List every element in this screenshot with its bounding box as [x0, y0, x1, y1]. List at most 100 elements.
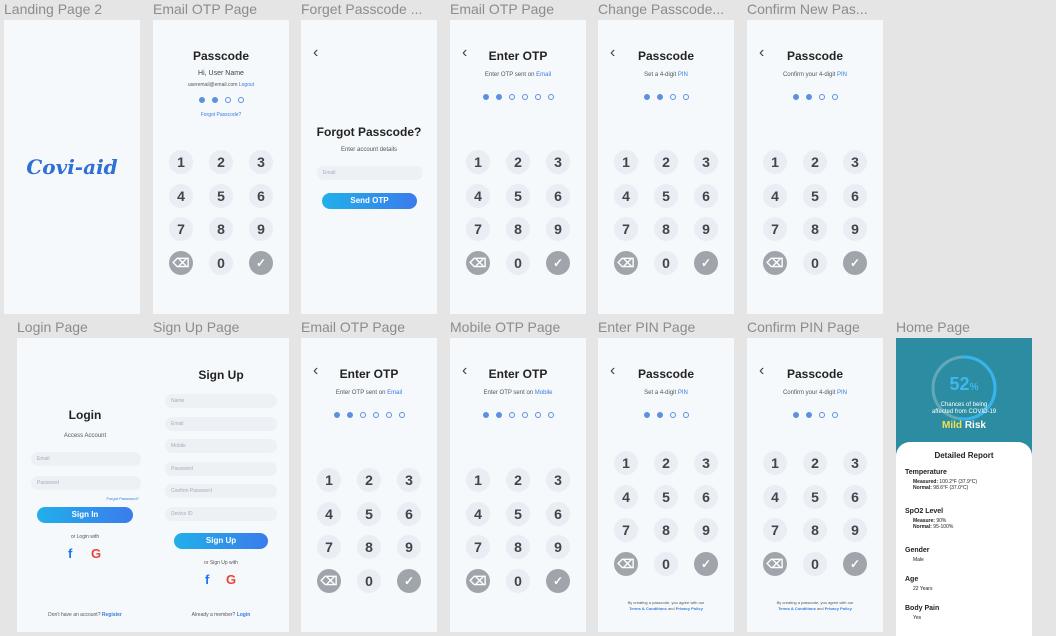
key-nine[interactable]: 9 [546, 535, 570, 559]
key-five[interactable]: 5 [506, 501, 530, 526]
login-link[interactable]: Login [237, 612, 251, 618]
key-one[interactable]: 1 [466, 468, 490, 492]
key-zero[interactable]: 0 [803, 551, 827, 576]
key-two[interactable]: 2 [803, 451, 827, 475]
key-three[interactable]: 3 [397, 468, 421, 492]
key-eight[interactable]: 8 [803, 518, 827, 542]
key-two[interactable]: 2 [803, 150, 827, 174]
key-six[interactable]: 6 [249, 183, 273, 208]
key-zero[interactable]: 0 [506, 250, 530, 275]
confirm-key[interactable]: ✓ [397, 568, 421, 593]
key-one[interactable]: 1 [763, 150, 787, 174]
key-three[interactable]: 3 [546, 468, 570, 492]
key-nine[interactable]: 9 [843, 518, 867, 542]
key-seven[interactable]: 7 [614, 217, 638, 241]
key-two[interactable]: 2 [357, 468, 381, 492]
backspace-key[interactable]: ⌫ [763, 250, 787, 275]
forgot-passcode-link[interactable]: Forgot Passcode? [153, 112, 289, 118]
key-eight[interactable]: 8 [506, 217, 530, 241]
confirm-key[interactable]: ✓ [546, 568, 570, 593]
key-seven[interactable]: 7 [763, 518, 787, 542]
backspace-key[interactable]: ⌫ [763, 551, 787, 576]
key-one[interactable]: 1 [614, 451, 638, 475]
key-six[interactable]: 6 [694, 183, 718, 208]
google-icon[interactable]: G [91, 546, 101, 561]
sign-up-button[interactable]: Sign Up [174, 533, 268, 549]
password-input[interactable]: Password [31, 476, 141, 490]
key-seven[interactable]: 7 [466, 535, 490, 559]
key-seven[interactable]: 7 [466, 217, 490, 241]
signup-field-email[interactable]: Email [165, 416, 277, 431]
key-nine[interactable]: 9 [546, 217, 570, 241]
key-one[interactable]: 1 [169, 150, 193, 174]
key-four[interactable]: 4 [466, 183, 490, 208]
key-nine[interactable]: 9 [843, 217, 867, 241]
key-zero[interactable]: 0 [803, 250, 827, 275]
signup-field-mobile[interactable]: Mobile [165, 439, 277, 453]
key-seven[interactable]: 7 [763, 217, 787, 241]
terms-link[interactable]: Terms & Conditions [778, 606, 816, 611]
key-seven[interactable]: 7 [614, 518, 638, 542]
key-five[interactable]: 5 [803, 183, 827, 208]
key-nine[interactable]: 9 [397, 535, 421, 559]
backspace-key[interactable]: ⌫ [317, 568, 341, 593]
key-six[interactable]: 6 [843, 484, 867, 509]
terms-link[interactable]: Terms & Conditions [629, 606, 667, 611]
back-icon[interactable]: ‹ [313, 44, 318, 62]
email-input[interactable]: Email [31, 452, 141, 466]
key-two[interactable]: 2 [506, 468, 530, 492]
confirm-key[interactable]: ✓ [546, 250, 570, 275]
key-three[interactable]: 3 [843, 150, 867, 174]
key-two[interactable]: 2 [506, 150, 530, 174]
key-four[interactable]: 4 [614, 484, 638, 509]
key-six[interactable]: 6 [843, 183, 867, 208]
key-six[interactable]: 6 [397, 501, 421, 526]
confirm-key[interactable]: ✓ [843, 551, 867, 576]
sign-in-button[interactable]: Sign In [37, 507, 133, 523]
key-three[interactable]: 3 [546, 150, 570, 174]
key-eight[interactable]: 8 [654, 518, 678, 542]
backspace-key[interactable]: ⌫ [169, 250, 193, 275]
backspace-key[interactable]: ⌫ [614, 250, 638, 275]
key-three[interactable]: 3 [249, 150, 273, 174]
google-icon[interactable]: G [226, 572, 236, 587]
signup-field-password[interactable]: Password [165, 461, 277, 476]
key-seven[interactable]: 7 [317, 535, 341, 559]
key-four[interactable]: 4 [763, 484, 787, 509]
confirm-key[interactable]: ✓ [249, 250, 273, 275]
key-nine[interactable]: 9 [249, 217, 273, 241]
facebook-icon[interactable]: f [68, 546, 72, 561]
key-three[interactable]: 3 [843, 451, 867, 475]
signup-field-confirm-password[interactable]: Confirm Password [165, 484, 277, 498]
key-three[interactable]: 3 [694, 150, 718, 174]
signup-field-name[interactable]: Name [165, 394, 277, 408]
facebook-icon[interactable]: f [205, 572, 209, 587]
key-five[interactable]: 5 [803, 484, 827, 509]
signup-field-device-id[interactable]: Device ID [165, 506, 277, 521]
key-eight[interactable]: 8 [209, 217, 233, 241]
key-one[interactable]: 1 [466, 150, 490, 174]
key-eight[interactable]: 8 [357, 535, 381, 559]
key-three[interactable]: 3 [694, 451, 718, 475]
key-one[interactable]: 1 [763, 451, 787, 475]
key-eight[interactable]: 8 [654, 217, 678, 241]
key-one[interactable]: 1 [317, 468, 341, 492]
privacy-link[interactable]: Privacy Policy [825, 606, 852, 611]
key-five[interactable]: 5 [654, 484, 678, 509]
key-zero[interactable]: 0 [209, 250, 233, 275]
key-six[interactable]: 6 [546, 183, 570, 208]
forgot-password-link[interactable]: Forgot Password? [107, 496, 139, 501]
key-two[interactable]: 2 [654, 451, 678, 475]
key-four[interactable]: 4 [317, 501, 341, 526]
confirm-key[interactable]: ✓ [694, 551, 718, 576]
key-four[interactable]: 4 [466, 501, 490, 526]
send-otp-button[interactable]: Send OTP [322, 193, 417, 209]
key-four[interactable]: 4 [614, 183, 638, 208]
key-nine[interactable]: 9 [694, 518, 718, 542]
key-zero[interactable]: 0 [654, 551, 678, 576]
backspace-key[interactable]: ⌫ [466, 250, 490, 275]
key-nine[interactable]: 9 [694, 217, 718, 241]
key-five[interactable]: 5 [357, 501, 381, 526]
key-eight[interactable]: 8 [506, 535, 530, 559]
key-zero[interactable]: 0 [357, 568, 381, 593]
